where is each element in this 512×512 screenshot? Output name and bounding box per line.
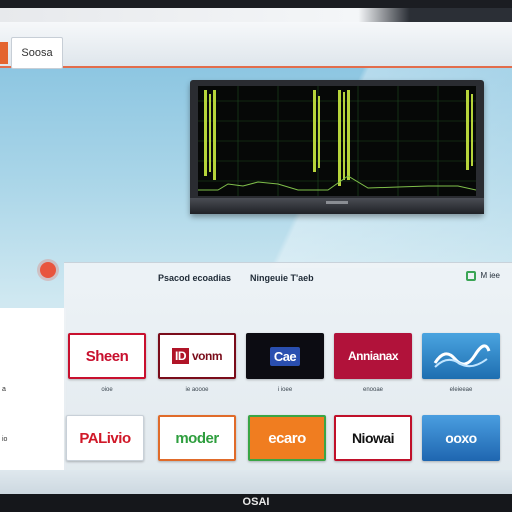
app-label: Cae <box>269 346 301 366</box>
app-tile-row1-2[interactable]: ID vonm <box>158 333 236 379</box>
tv-graph-display <box>198 86 476 196</box>
app-label: PALivio <box>79 429 131 447</box>
app-label: Annianax <box>347 349 399 363</box>
app-caption: eleieeae <box>449 387 473 393</box>
side-panel: a io <box>0 308 67 478</box>
tv-screen <box>198 86 476 196</box>
app-tile-row1-4[interactable]: Annianax <box>334 333 412 379</box>
header-tab[interactable]: Soosa <box>11 37 63 69</box>
side-item-2[interactable]: io <box>2 436 7 443</box>
red-dot-icon[interactable] <box>40 262 56 278</box>
app-tile-row2-1[interactable]: PALivio <box>66 415 144 461</box>
app-caption: enooae <box>362 387 384 393</box>
brand-logo: OSAI <box>242 496 270 508</box>
apps-header-right[interactable]: M iee <box>466 271 500 281</box>
app-tile-row1-3[interactable]: Cae <box>246 333 324 379</box>
top-strip <box>0 8 512 22</box>
app-tile-row2-5[interactable]: ooxo <box>422 415 500 461</box>
app-label: Sheen <box>85 347 129 365</box>
header-bar: Soosa <box>0 22 512 69</box>
app-caption: ie aoooe <box>185 387 209 393</box>
television <box>190 80 484 214</box>
app-label: moder <box>175 429 219 447</box>
app-caption: oioe <box>101 387 113 393</box>
app-tile-row1-5[interactable] <box>422 333 500 379</box>
apps-panel: Psacod ecoadias Ningeuie T'aeb M iee She… <box>64 262 512 471</box>
wave-logo-icon <box>433 344 491 368</box>
apps-header-left[interactable]: Psacod ecoadias <box>158 273 231 283</box>
app-tile-row2-3[interactable]: ecaro <box>248 415 326 461</box>
apps-panel-header: Psacod ecoadias Ningeuie T'aeb M iee <box>64 263 512 293</box>
header-accent <box>0 42 8 64</box>
tv-stand <box>190 198 484 214</box>
apps-header-center[interactable]: Ningeuie T'aeb <box>250 273 314 283</box>
bottom-shelf <box>0 470 512 494</box>
app-tile-row2-2[interactable]: moder <box>158 415 236 461</box>
green-square-icon <box>466 271 477 281</box>
app-label: Niowai <box>351 430 395 446</box>
app-caption: i ioee <box>277 387 293 393</box>
tv-logo <box>326 201 348 204</box>
app-label: vonm <box>191 349 223 363</box>
app-label: ooxo <box>445 430 477 446</box>
app-label: ecaro <box>268 429 306 447</box>
desktop-screen: Soosa a io Psacod ecoadias Ningeuie T'ae… <box>0 8 512 494</box>
app-logo-mark: ID <box>171 348 189 364</box>
app-tile-row1-1[interactable]: Sheen <box>68 333 146 379</box>
side-item-1[interactable]: a <box>2 386 6 393</box>
apps-header-right-label: M iee <box>480 271 500 280</box>
app-tile-row2-4[interactable]: Niowai <box>334 415 412 461</box>
